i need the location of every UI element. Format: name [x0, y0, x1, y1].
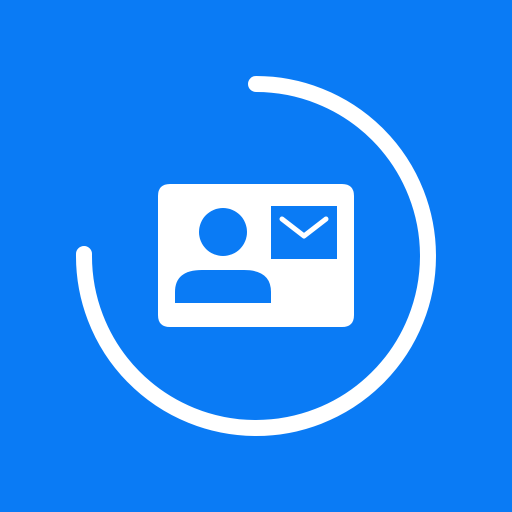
person-shoulders — [175, 270, 271, 303]
app-icon — [0, 0, 512, 512]
app-icon-graphic — [0, 0, 512, 512]
person-icon — [199, 208, 247, 256]
